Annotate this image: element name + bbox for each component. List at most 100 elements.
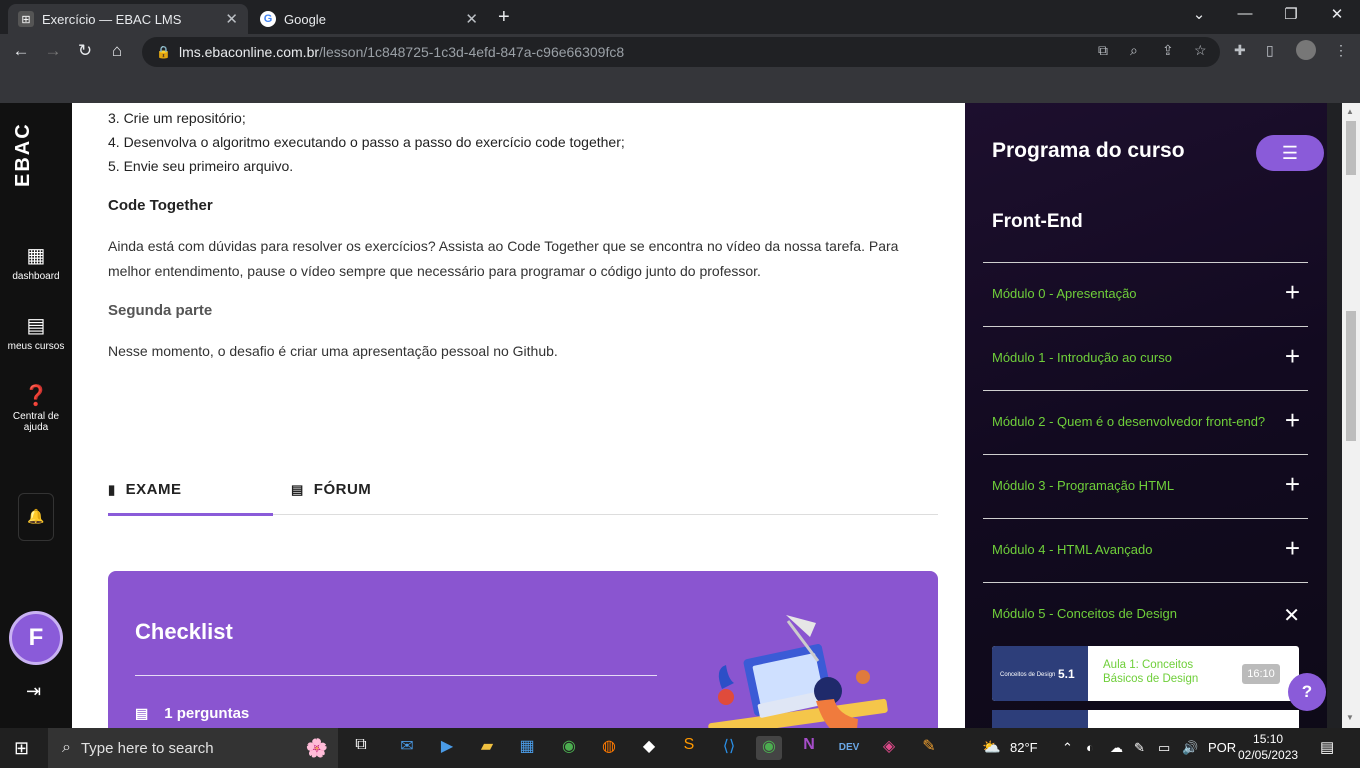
module-list: Módulo 0 - Apresentação + Módulo 1 - Int…: [983, 262, 1308, 646]
expand-plus-icon[interactable]: +: [1285, 407, 1300, 433]
sublime-text-icon[interactable]: S: [676, 736, 702, 760]
steps-list: 3. Crie um repositório; 4. Desenvolva o …: [108, 106, 625, 178]
sidebar-item-meus-cursos[interactable]: ▤ meus cursos: [0, 313, 72, 352]
tab-label: FÓRUM: [313, 481, 372, 498]
tab-exame[interactable]: ▮ EXAME: [108, 481, 182, 498]
volume-icon[interactable]: 🔊: [1182, 740, 1198, 756]
menu-dots-icon[interactable]: ⋮: [1334, 42, 1348, 59]
tab-forum[interactable]: ▤ FÓRUM: [291, 481, 371, 498]
page-scrollbar[interactable]: ▲ ▼: [1342, 103, 1360, 728]
module-item[interactable]: Módulo 3 - Programação HTML +: [983, 454, 1308, 518]
active-tab-indicator: [108, 513, 273, 516]
forward-button[interactable]: →: [42, 41, 64, 61]
language-indicator[interactable]: POR: [1208, 740, 1236, 755]
taskbar-search[interactable]: ⌕ Type here to search 🌸: [48, 728, 338, 768]
home-button[interactable]: ⌂: [106, 41, 128, 61]
lesson-item[interactable]: [992, 710, 1299, 728]
browser-toolbar: ← → ↻ ⌂ 🔒 lms.ebaconline.com.br/lesson/1…: [0, 34, 1360, 70]
expand-plus-icon[interactable]: +: [1285, 343, 1300, 369]
close-tab-icon[interactable]: ✕: [465, 10, 478, 28]
side-panel-icon[interactable]: ▯: [1266, 42, 1274, 59]
help-chat-button[interactable]: ?: [1288, 673, 1326, 711]
expand-plus-icon[interactable]: +: [1285, 471, 1300, 497]
minimize-button[interactable]: —: [1230, 5, 1260, 22]
paint-icon[interactable]: ✎: [916, 736, 942, 760]
task-view-icon[interactable]: ⧉: [348, 736, 374, 760]
module-item[interactable]: Módulo 2 - Quem é o desenvolvedor front-…: [983, 390, 1308, 454]
paint-drop-icon[interactable]: ◈: [876, 736, 902, 760]
firefox-icon[interactable]: ◍: [596, 736, 622, 760]
tab-search-icon[interactable]: ⌄: [1184, 5, 1214, 23]
close-tab-icon[interactable]: ✕: [225, 10, 238, 28]
network-icon[interactable]: ▭: [1158, 740, 1170, 756]
google-favicon-icon: G: [260, 11, 276, 27]
module-item[interactable]: Módulo 4 - HTML Avançado +: [983, 518, 1308, 582]
file-explorer-icon[interactable]: ▰: [474, 736, 500, 760]
zoom-icon[interactable]: ⌕: [1130, 42, 1138, 59]
sidebar-item-dashboard[interactable]: ▦ dashboard: [0, 243, 72, 282]
ebac-logo[interactable]: EBAC: [12, 122, 60, 187]
windows-start-icon[interactable]: ⊞: [14, 738, 34, 758]
reload-button[interactable]: ↻: [74, 41, 96, 61]
mail-icon[interactable]: ✉: [394, 736, 420, 760]
module-item[interactable]: Módulo 0 - Apresentação +: [983, 262, 1308, 326]
media-player-icon[interactable]: ▶: [434, 736, 460, 760]
store-icon[interactable]: ▦: [514, 736, 540, 760]
chrome-active-icon[interactable]: ◉: [756, 736, 782, 760]
windows-taskbar: ⊞ ⌕ Type here to search 🌸 ⧉ ✉ ▶ ▰ ▦ ◉ ◍ …: [0, 728, 1360, 768]
tray-app-icon[interactable]: ◐: [1086, 740, 1094, 755]
extensions-icon[interactable]: ✚: [1234, 42, 1246, 59]
lesson-thumbnail: [992, 710, 1088, 728]
vscode-icon[interactable]: ⟨⟩: [716, 736, 742, 760]
scroll-up-icon[interactable]: ▲: [1346, 107, 1354, 116]
code-together-heading: Code Together: [108, 197, 213, 214]
tab-title: Google: [284, 11, 326, 27]
divider: [135, 675, 657, 676]
share-icon[interactable]: ⇪: [1162, 42, 1174, 59]
onedrive-icon[interactable]: ☁: [1110, 740, 1123, 756]
logout-icon[interactable]: ⇥: [26, 681, 41, 702]
sidebar-item-central-de-ajuda[interactable]: ❓ Central de ajuda: [0, 383, 72, 433]
expand-plus-icon[interactable]: +: [1285, 279, 1300, 305]
address-bar[interactable]: 🔒 lms.ebaconline.com.br/lesson/1c848725-…: [142, 37, 1220, 67]
app-icon[interactable]: ◆: [636, 736, 662, 760]
bookmark-star-icon[interactable]: ☆: [1194, 42, 1207, 59]
expand-plus-icon[interactable]: +: [1285, 535, 1300, 561]
pen-icon[interactable]: ✎: [1134, 740, 1145, 756]
lesson-item[interactable]: Conceitos de Design 5.1 Aula 1: Conceito…: [992, 646, 1299, 701]
profile-avatar[interactable]: [1296, 40, 1316, 60]
scrollbar-thumb[interactable]: [1346, 311, 1356, 441]
program-list-toggle-button[interactable]: ☰: [1256, 135, 1324, 171]
notifications-bell-icon[interactable]: 🔔: [18, 493, 54, 541]
weather-temp[interactable]: 82°F: [1010, 740, 1038, 755]
weather-icon[interactable]: ⛅: [982, 738, 1001, 756]
sidebar-item-label: meus cursos: [7, 341, 65, 352]
comment-icon: ▤: [291, 481, 304, 497]
document-icon: ▤: [135, 705, 149, 721]
back-button[interactable]: ←: [10, 41, 32, 61]
translate-icon[interactable]: ⧉: [1098, 42, 1108, 59]
program-section-title: Front-End: [992, 211, 1083, 232]
browser-tab-ebac[interactable]: ⊞ Exercício — EBAC LMS ✕: [8, 4, 248, 34]
collapse-close-icon[interactable]: ✕: [1283, 603, 1300, 629]
taskbar-clock[interactable]: 15:10 02/05/2023: [1238, 731, 1298, 763]
list-item: 3. Crie um repositório;: [108, 110, 246, 126]
module-item-expanded[interactable]: Módulo 5 - Conceitos de Design ✕: [983, 582, 1308, 646]
close-window-button[interactable]: ✕: [1322, 5, 1352, 23]
module-item[interactable]: Módulo 1 - Introdução ao curso +: [983, 326, 1308, 390]
checklist-card: Checklist ▤ 1 perguntas: [108, 571, 938, 728]
onenote-icon[interactable]: N: [796, 736, 822, 760]
notification-center-icon[interactable]: ▤: [1320, 738, 1334, 756]
lesson-thumbnail: Conceitos de Design 5.1: [992, 646, 1088, 701]
new-tab-button[interactable]: +: [498, 6, 510, 29]
sidebar-item-label: dashboard: [12, 271, 60, 282]
scrollbar-thumb[interactable]: [1346, 121, 1356, 175]
user-avatar[interactable]: F: [9, 611, 63, 665]
maximize-button[interactable]: ❐: [1276, 5, 1306, 23]
tray-chevron-icon[interactable]: ⌃: [1062, 740, 1073, 756]
chrome-icon[interactable]: ◉: [556, 736, 582, 760]
url-path: /lesson/1c848725-1c3d-4efd-847a-c96e6630…: [319, 44, 625, 60]
devcpp-icon[interactable]: DEV: [836, 736, 862, 760]
scroll-down-icon[interactable]: ▼: [1346, 713, 1354, 722]
browser-tab-google[interactable]: G Google ✕: [250, 4, 488, 34]
